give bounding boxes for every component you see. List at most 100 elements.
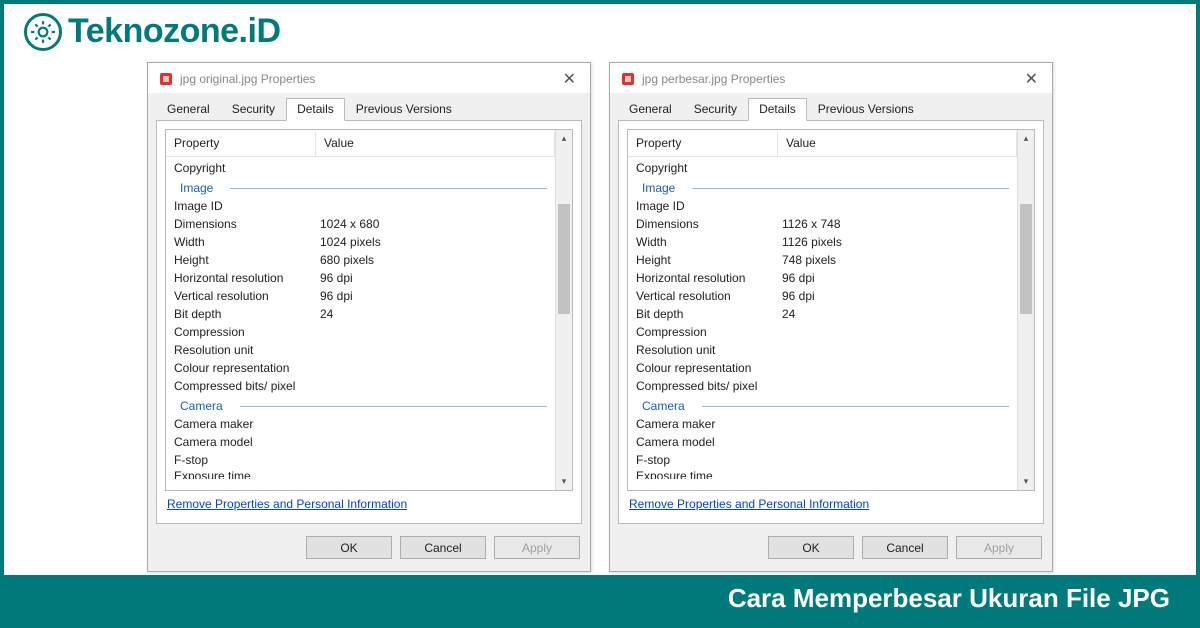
- property-value: [316, 341, 555, 359]
- property-row: Dimensions 1126 x 748: [628, 215, 1017, 233]
- apply-button[interactable]: Apply: [494, 536, 580, 559]
- property-value: [778, 323, 1017, 341]
- tab-body: Property Value Copyright Image Image ID …: [156, 120, 582, 524]
- apply-button[interactable]: Apply: [956, 536, 1042, 559]
- section-camera: Camera: [166, 395, 555, 415]
- property-name: Resolution unit: [628, 341, 778, 359]
- cancel-button[interactable]: Cancel: [400, 536, 486, 559]
- property-row: Camera maker: [628, 415, 1017, 433]
- property-name: Camera model: [628, 433, 778, 451]
- jpg-file-icon: [158, 71, 174, 87]
- property-value: 96 dpi: [778, 287, 1017, 305]
- site-logo: Teknozone.iD: [24, 12, 281, 51]
- property-name: Width: [166, 233, 316, 251]
- tab-general[interactable]: General: [618, 98, 683, 121]
- property-row: Camera maker: [166, 415, 555, 433]
- column-property[interactable]: Property: [166, 132, 316, 156]
- property-value: [316, 415, 555, 433]
- tab-previous versions[interactable]: Previous Versions: [807, 98, 925, 121]
- property-name: Width: [628, 233, 778, 251]
- property-name: Dimensions: [628, 215, 778, 233]
- property-value: [778, 433, 1017, 451]
- list-rows: Copyright Image Image ID Dimensions 1126…: [628, 157, 1017, 479]
- scroll-up-icon[interactable]: ▴: [1018, 130, 1034, 147]
- property-value: 96 dpi: [316, 287, 555, 305]
- property-name: Resolution unit: [166, 341, 316, 359]
- scroll-down-icon[interactable]: ▾: [556, 473, 572, 490]
- remove-properties-link[interactable]: Remove Properties and Personal Informati…: [165, 491, 409, 515]
- tab-details[interactable]: Details: [286, 98, 345, 121]
- dialogs-container: jpg original.jpg Properties ✕ GeneralSec…: [4, 62, 1196, 572]
- property-value: [778, 377, 1017, 395]
- property-name: Vertical resolution: [166, 287, 316, 305]
- property-name: Horizontal resolution: [628, 269, 778, 287]
- vertical-scrollbar[interactable]: ▴ ▾: [555, 130, 572, 490]
- property-row: Horizontal resolution 96 dpi: [166, 269, 555, 287]
- column-value[interactable]: Value: [778, 132, 1017, 156]
- property-value: 96 dpi: [316, 269, 555, 287]
- remove-properties-link[interactable]: Remove Properties and Personal Informati…: [627, 491, 871, 515]
- property-name: Copyright: [628, 159, 778, 177]
- tab-general[interactable]: General: [156, 98, 221, 121]
- tabs: GeneralSecurityDetailsPrevious Versions: [610, 93, 1052, 120]
- scroll-thumb[interactable]: [558, 204, 570, 314]
- property-value: [778, 197, 1017, 215]
- property-value: 1126 x 748: [778, 215, 1017, 233]
- property-value: [316, 323, 555, 341]
- property-row: Camera model: [628, 433, 1017, 451]
- list-content: Property Value Copyright Image Image ID …: [628, 130, 1017, 490]
- scroll-down-icon[interactable]: ▾: [1018, 473, 1034, 490]
- titlebar: jpg original.jpg Properties ✕: [148, 63, 590, 93]
- close-icon[interactable]: ✕: [1019, 69, 1044, 89]
- property-value: [316, 377, 555, 395]
- property-value: [316, 433, 555, 451]
- property-name: Image ID: [166, 197, 316, 215]
- properties-dialog: jpg original.jpg Properties ✕ GeneralSec…: [147, 62, 591, 572]
- property-name: Bit depth: [166, 305, 316, 323]
- tabs: GeneralSecurityDetailsPrevious Versions: [148, 93, 590, 120]
- property-row: Compression: [628, 323, 1017, 341]
- property-row: Dimensions 1024 x 680: [166, 215, 555, 233]
- property-row: Colour representation: [628, 359, 1017, 377]
- property-value: 1024 pixels: [316, 233, 555, 251]
- properties-dialog: jpg perbesar.jpg Properties ✕ GeneralSec…: [609, 62, 1053, 572]
- cancel-button[interactable]: Cancel: [862, 536, 948, 559]
- tab-details[interactable]: Details: [748, 98, 807, 121]
- property-name: Colour representation: [166, 359, 316, 377]
- property-name: Copyright: [166, 159, 316, 177]
- scroll-thumb[interactable]: [1020, 204, 1032, 314]
- property-value: 24: [316, 305, 555, 323]
- property-row: Width 1126 pixels: [628, 233, 1017, 251]
- property-row: Image ID: [166, 197, 555, 215]
- property-value: [778, 359, 1017, 377]
- column-value[interactable]: Value: [316, 132, 555, 156]
- close-icon[interactable]: ✕: [557, 69, 582, 89]
- page-caption: Cara Memperbesar Ukuran File JPG: [4, 575, 1196, 624]
- property-name: Compressed bits/ pixel: [166, 377, 316, 395]
- property-value: 1024 x 680: [316, 215, 555, 233]
- property-row: Compressed bits/ pixel: [166, 377, 555, 395]
- property-row: F-stop: [628, 451, 1017, 469]
- column-property[interactable]: Property: [628, 132, 778, 156]
- tab-security[interactable]: Security: [221, 98, 286, 121]
- ok-button[interactable]: OK: [768, 536, 854, 559]
- ok-button[interactable]: OK: [306, 536, 392, 559]
- property-row: Copyright: [166, 159, 555, 177]
- list-header: Property Value: [628, 132, 1017, 157]
- list-content: Property Value Copyright Image Image ID …: [166, 130, 555, 490]
- property-value: [778, 415, 1017, 433]
- list-header: Property Value: [166, 132, 555, 157]
- property-value: 1126 pixels: [778, 233, 1017, 251]
- titlebar: jpg perbesar.jpg Properties ✕: [610, 63, 1052, 93]
- property-value: 96 dpi: [778, 269, 1017, 287]
- vertical-scrollbar[interactable]: ▴ ▾: [1017, 130, 1034, 490]
- section-image: Image: [628, 177, 1017, 197]
- property-value: [316, 197, 555, 215]
- property-name: Compressed bits/ pixel: [628, 377, 778, 395]
- scroll-up-icon[interactable]: ▴: [556, 130, 572, 147]
- property-value: 24: [778, 305, 1017, 323]
- dialog-title: jpg original.jpg Properties: [180, 72, 557, 86]
- tab-security[interactable]: Security: [683, 98, 748, 121]
- tab-previous versions[interactable]: Previous Versions: [345, 98, 463, 121]
- property-value: [778, 341, 1017, 359]
